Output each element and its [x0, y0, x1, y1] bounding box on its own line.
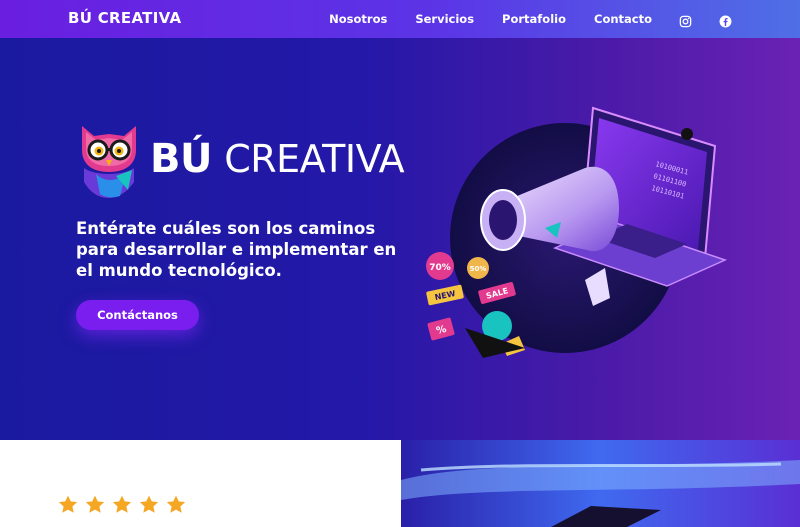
- nav-link-servicios[interactable]: Servicios: [415, 12, 474, 26]
- star-icon: [166, 495, 186, 513]
- logo-light-word: CREATIVA: [224, 137, 405, 181]
- nav-link-contacto[interactable]: Contacto: [594, 12, 652, 26]
- neon-laptop-image: [401, 440, 800, 527]
- instagram-icon[interactable]: [679, 13, 692, 27]
- tag-50: 50%: [470, 265, 487, 273]
- nav-link-portafolio[interactable]: Portafolio: [502, 12, 566, 26]
- hero-logo: BÚ CREATIVA: [76, 120, 405, 200]
- megaphone-laptop-illustration: 10100011 01101100 10110101 70% 50% NEW S…: [426, 106, 728, 358]
- hero-logo-text: BÚ CREATIVA: [150, 136, 405, 182]
- star-icon: [58, 495, 78, 513]
- contact-cta-button[interactable]: Contáctanos: [76, 300, 199, 330]
- star-icon: [112, 495, 132, 513]
- neon-desk-photo: [401, 440, 800, 527]
- testimonial-section: [0, 440, 401, 527]
- brand-link[interactable]: BÚ CREATIVA: [68, 9, 181, 27]
- hero-tagline: Entérate cuáles son los caminos para des…: [76, 219, 397, 280]
- nav-links: Nosotros Servicios Portafolio Contacto: [301, 0, 732, 38]
- tag-70: 70%: [429, 263, 451, 273]
- logo-bold-word: BÚ: [150, 136, 212, 182]
- star-icon: [139, 495, 159, 513]
- facebook-icon[interactable]: [719, 13, 732, 27]
- hero-section: BÚ CREATIVA Entérate cuáles son los cami…: [0, 38, 800, 440]
- nav-link-nosotros[interactable]: Nosotros: [329, 12, 387, 26]
- star-icon: [85, 495, 105, 513]
- rating-stars: [57, 494, 192, 516]
- owl-mascot-icon: [82, 126, 136, 198]
- navbar: BÚ CREATIVA Nosotros Servicios Portafoli…: [0, 0, 800, 38]
